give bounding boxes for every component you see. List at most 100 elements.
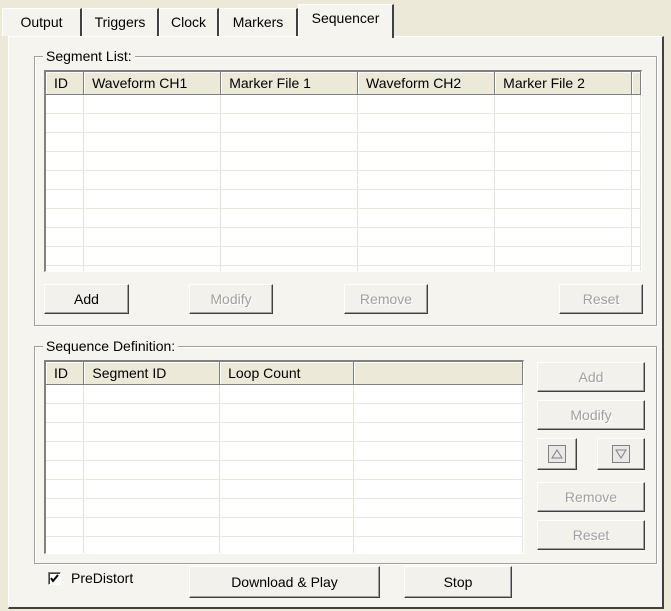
table-cell bbox=[83, 132, 222, 152]
table-cell bbox=[494, 265, 632, 271]
table-row[interactable] bbox=[46, 498, 523, 518]
table-row[interactable] bbox=[46, 94, 641, 114]
table-cell bbox=[46, 517, 85, 537]
table-cell bbox=[631, 113, 641, 133]
table-cell bbox=[46, 536, 85, 553]
column-header-marker-file-1[interactable]: Marker File 1 bbox=[220, 72, 359, 95]
table-cell bbox=[83, 441, 221, 461]
table-cell bbox=[83, 403, 221, 423]
table-cell bbox=[46, 132, 85, 152]
table-cell bbox=[83, 384, 221, 404]
table-cell bbox=[83, 94, 222, 114]
table-row[interactable] bbox=[46, 403, 523, 423]
table-cell bbox=[219, 498, 354, 518]
down-arrow-icon bbox=[612, 445, 630, 463]
table-row[interactable] bbox=[46, 460, 523, 480]
sequence-remove-button[interactable]: Remove bbox=[537, 482, 645, 512]
table-row[interactable] bbox=[46, 246, 641, 266]
table-row[interactable] bbox=[46, 170, 641, 190]
table-cell bbox=[631, 132, 641, 152]
sequence-reset-button[interactable]: Reset bbox=[537, 520, 645, 550]
tab-clock[interactable]: Clock bbox=[159, 8, 219, 36]
table-cell bbox=[494, 208, 632, 228]
column-header-segment-id[interactable]: Segment ID bbox=[83, 362, 221, 385]
column-header-marker-file-2[interactable]: Marker File 2 bbox=[494, 72, 632, 95]
table-cell bbox=[494, 151, 632, 171]
table-cell bbox=[219, 479, 354, 499]
table-cell bbox=[357, 189, 496, 209]
predistort-checkbox[interactable] bbox=[48, 572, 61, 585]
table-row[interactable] bbox=[46, 384, 523, 404]
table-cell bbox=[631, 94, 641, 114]
table-cell bbox=[83, 151, 222, 171]
table-cell bbox=[494, 246, 632, 266]
segment-modify-button[interactable]: Modify bbox=[189, 284, 273, 314]
table-cell bbox=[353, 536, 523, 553]
table-cell bbox=[219, 422, 354, 442]
table-cell bbox=[353, 498, 523, 518]
stop-button[interactable]: Stop bbox=[404, 566, 512, 598]
table-cell bbox=[220, 208, 359, 228]
tab-triggers[interactable]: Triggers bbox=[82, 8, 159, 36]
move-down-button[interactable] bbox=[597, 438, 645, 470]
column-header-id[interactable]: ID bbox=[46, 362, 85, 385]
table-cell bbox=[220, 246, 359, 266]
table-cell bbox=[46, 460, 85, 480]
table-cell bbox=[631, 227, 641, 247]
table-row[interactable] bbox=[46, 479, 523, 499]
tab-sequencer[interactable]: Sequencer bbox=[298, 4, 394, 38]
segment-list-title: Segment List: bbox=[43, 48, 135, 64]
table-cell bbox=[357, 170, 496, 190]
table-row[interactable] bbox=[46, 536, 523, 553]
column-header-waveform-ch1[interactable]: Waveform CH1 bbox=[83, 72, 222, 95]
predistort-label[interactable]: PreDistort bbox=[71, 570, 133, 586]
table-cell bbox=[353, 403, 523, 423]
table-cell bbox=[46, 151, 85, 171]
table-cell bbox=[46, 189, 85, 209]
table-row[interactable] bbox=[46, 132, 641, 152]
column-header-loop-count[interactable]: Loop Count bbox=[219, 362, 354, 385]
table-cell bbox=[219, 536, 354, 553]
table-cell bbox=[631, 170, 641, 190]
table-cell bbox=[219, 460, 354, 480]
table-cell bbox=[357, 246, 496, 266]
table-cell bbox=[353, 441, 523, 461]
table-cell bbox=[631, 246, 641, 266]
table-cell bbox=[46, 441, 85, 461]
table-row[interactable] bbox=[46, 208, 641, 228]
table-row[interactable] bbox=[46, 189, 641, 209]
table-row[interactable] bbox=[46, 227, 641, 247]
table-cell bbox=[46, 422, 85, 442]
column-header-filler bbox=[631, 72, 641, 95]
table-row[interactable] bbox=[46, 113, 641, 133]
table-row[interactable] bbox=[46, 422, 523, 442]
download-play-button[interactable]: Download & Play bbox=[189, 566, 380, 598]
table-cell bbox=[46, 265, 85, 271]
table-cell bbox=[494, 227, 632, 247]
table-cell bbox=[357, 132, 496, 152]
segment-reset-button[interactable]: Reset bbox=[559, 284, 643, 314]
table-cell bbox=[353, 384, 523, 404]
tab-output[interactable]: Output bbox=[2, 8, 82, 36]
table-cell bbox=[494, 170, 632, 190]
table-row[interactable] bbox=[46, 441, 523, 461]
table-cell bbox=[631, 189, 641, 209]
segment-list-table[interactable]: ID Waveform CH1 Marker File 1 Waveform C… bbox=[44, 70, 642, 272]
table-cell bbox=[83, 246, 222, 266]
tab-markers[interactable]: Markers bbox=[219, 8, 298, 36]
sequence-add-button[interactable]: Add bbox=[537, 362, 645, 392]
table-cell bbox=[83, 479, 221, 499]
sequence-definition-table[interactable]: ID Segment ID Loop Count bbox=[44, 360, 524, 554]
table-row[interactable] bbox=[46, 151, 641, 171]
column-header-waveform-ch2[interactable]: Waveform CH2 bbox=[357, 72, 496, 95]
segment-remove-button[interactable]: Remove bbox=[344, 284, 428, 314]
table-row[interactable] bbox=[46, 517, 523, 537]
table-cell bbox=[83, 460, 221, 480]
column-header-id[interactable]: ID bbox=[46, 72, 85, 95]
segment-add-button[interactable]: Add bbox=[44, 284, 129, 314]
table-cell bbox=[357, 227, 496, 247]
move-up-button[interactable] bbox=[537, 438, 577, 470]
sequence-definition-title: Sequence Definition: bbox=[43, 338, 179, 354]
table-row[interactable] bbox=[46, 265, 641, 271]
sequence-modify-button[interactable]: Modify bbox=[537, 400, 645, 430]
